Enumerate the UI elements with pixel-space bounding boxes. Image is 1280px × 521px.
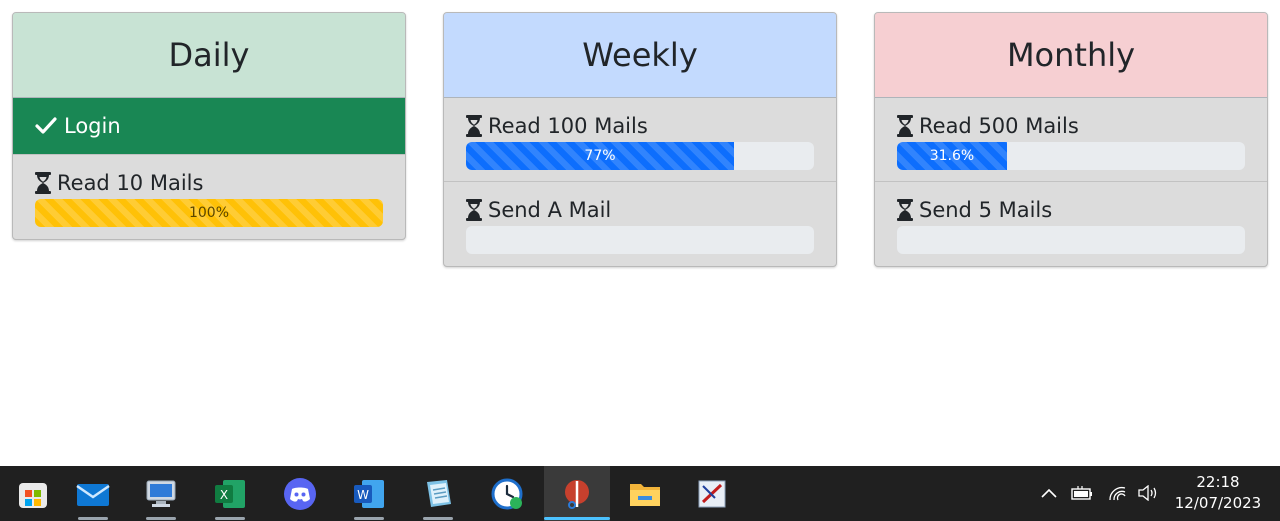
taskbar-word[interactable]: W — [336, 466, 402, 521]
running-indicator — [544, 517, 610, 520]
svg-text:W: W — [357, 488, 369, 502]
running-indicator — [215, 517, 245, 520]
clock-app-icon — [491, 478, 523, 509]
running-indicator — [146, 517, 176, 520]
task-label: Send 5 Mails — [919, 198, 1053, 222]
start-button[interactable] — [0, 466, 66, 521]
taskbar-discord[interactable] — [267, 466, 333, 521]
battery-icon — [1071, 486, 1092, 500]
progress-track: 100% — [35, 199, 383, 227]
task-send-a-mail: Send A Mail — [444, 182, 836, 266]
wifi-icon — [1109, 486, 1126, 501]
active-app-icon — [565, 479, 589, 509]
progress-track — [897, 226, 1245, 254]
weekly-card: Weekly Read 100 Mails 77% Send A Mail — [443, 12, 837, 267]
task-read-100-mails: Read 100 Mails 77% — [444, 98, 836, 182]
taskbar-excel[interactable]: X — [197, 466, 263, 521]
clock-time: 22:18 — [1196, 473, 1240, 491]
daily-card: Daily Login Read 10 Mails 100% — [12, 12, 406, 240]
volume-control[interactable] — [1136, 481, 1160, 505]
daily-card-header: Daily — [13, 13, 405, 98]
windows-taskbar: X W 22:18 12/07/2023 — [0, 466, 1280, 521]
volume-icon — [1138, 485, 1157, 501]
taskbar-file-explorer[interactable] — [612, 466, 678, 521]
hourglass-icon — [35, 172, 51, 194]
word-icon: W — [354, 479, 384, 508]
task-label: Read 500 Mails — [919, 114, 1079, 138]
task-read-500-mails: Read 500 Mails 31.6% — [875, 98, 1267, 182]
taskbar-paint-app[interactable] — [679, 466, 745, 521]
battery-status[interactable] — [1070, 481, 1094, 505]
hourglass-icon — [897, 199, 913, 221]
running-indicator — [78, 517, 108, 520]
hourglass-icon — [897, 115, 913, 137]
weekly-card-header: Weekly — [444, 13, 836, 98]
task-send-5-mails: Send 5 Mails — [875, 182, 1267, 266]
progress-track — [466, 226, 814, 254]
chevron-up-icon — [1041, 488, 1057, 498]
monthly-card: Monthly Read 500 Mails 31.6% Send 5 Mail… — [874, 12, 1268, 267]
taskbar-active-app[interactable] — [544, 466, 610, 521]
excel-icon: X — [215, 479, 245, 508]
progress-track: 31.6% — [897, 142, 1245, 170]
completed-task-login[interactable]: Login — [13, 98, 405, 155]
taskbar-notepad[interactable] — [405, 466, 471, 521]
hourglass-icon — [466, 115, 482, 137]
hourglass-icon — [466, 199, 482, 221]
running-indicator — [423, 517, 453, 520]
task-label: Read 100 Mails — [488, 114, 648, 138]
remote-desktop-icon — [146, 480, 176, 507]
task-read-10-mails: Read 10 Mails 100% — [13, 155, 405, 239]
network-status[interactable] — [1106, 481, 1128, 505]
notepad-app-icon — [427, 479, 451, 507]
start-icon — [19, 482, 47, 508]
check-icon — [35, 117, 57, 134]
monthly-title: Monthly — [1006, 36, 1136, 74]
paint-app-icon — [698, 480, 726, 507]
clock-date: 12/07/2023 — [1174, 494, 1262, 512]
taskbar-clock-app[interactable] — [474, 466, 540, 521]
running-indicator — [354, 517, 384, 520]
task-label: Send A Mail — [488, 198, 612, 222]
progress-bar: 77% — [466, 142, 734, 170]
progress-label: 100% — [188, 205, 230, 221]
task-label: Read 10 Mails — [57, 171, 204, 195]
progress-bar: 100% — [35, 199, 383, 227]
taskbar-remote-desktop[interactable] — [128, 466, 194, 521]
progress-bar: 31.6% — [897, 142, 1007, 170]
taskbar-mail[interactable] — [60, 466, 126, 521]
progress-track: 77% — [466, 142, 814, 170]
daily-title: Daily — [168, 36, 250, 74]
taskbar-clock[interactable]: 22:18 12/07/2023 — [1168, 472, 1268, 514]
progress-label: 77% — [584, 148, 616, 164]
file-explorer-icon — [630, 483, 660, 506]
progress-label: 31.6% — [929, 148, 975, 164]
svg-text:X: X — [220, 488, 228, 502]
mail-app-icon — [76, 483, 110, 506]
show-hidden-icons-button[interactable] — [1038, 481, 1060, 505]
discord-icon — [284, 477, 316, 510]
weekly-title: Weekly — [582, 36, 698, 74]
monthly-card-header: Monthly — [875, 13, 1267, 98]
completed-task-label: Login — [64, 114, 121, 138]
